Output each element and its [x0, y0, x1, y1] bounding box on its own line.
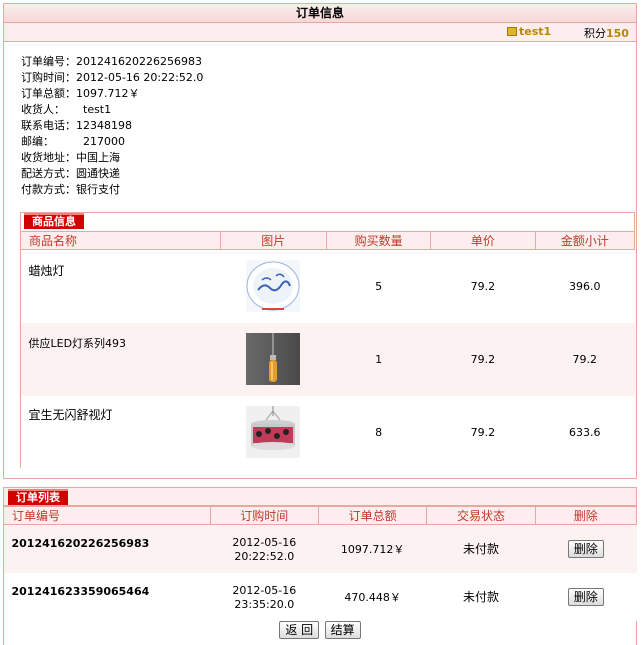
- col-order-number: 订单编号: [3, 506, 211, 525]
- product-name: 供应LED灯系列493: [28, 336, 127, 350]
- detail-row: 付款方式：银行支付: [21, 182, 203, 198]
- order-time: 2012-05-16 23:35:20.0: [210, 573, 318, 621]
- user-icon: [507, 27, 517, 36]
- order-list-table: 订单编号 订购时间 订单总额 交易状态 删除 20124162022625698…: [3, 506, 638, 621]
- receiver-value: test1: [83, 103, 112, 116]
- product-qty: 8: [375, 425, 383, 439]
- col-quantity: 购买数量: [326, 231, 432, 250]
- order-total-value: 1097.712￥: [76, 87, 140, 100]
- delivery-value: 圆通快递: [76, 167, 120, 180]
- product-qty: 5: [375, 279, 383, 293]
- product-image-cell: [220, 396, 327, 469]
- col-image: 图片: [219, 231, 328, 250]
- product-price: 79.2: [470, 279, 496, 293]
- payment-value: 银行支付: [76, 183, 120, 196]
- col-order-time: 订购时间: [209, 506, 319, 525]
- detail-row: 订购时间：2012-05-16 20:22:52.0: [21, 70, 203, 86]
- goods-row: 供应LED灯系列493 1 79.2 79.2: [20, 322, 635, 396]
- goods-tag: 商品信息: [24, 213, 84, 229]
- detail-label: 订单编号：: [21, 55, 76, 68]
- order-time-value: 2012-05-16 20:22:52.0: [76, 71, 204, 84]
- detail-label: 收货人：: [21, 103, 65, 116]
- detail-row: 联系电话：12348198: [21, 118, 203, 134]
- order-details: 订单编号：201241620226256983 订购时间：2012-05-16 …: [21, 54, 203, 198]
- detail-row: 订单总额：1097.712￥: [21, 86, 203, 102]
- order-status: 未付款: [462, 542, 499, 557]
- ceiling-lamp-image[interactable]: [246, 260, 301, 313]
- detail-row: 订单编号：201241620226256983: [21, 54, 203, 70]
- detail-row: 收货地址：中国上海: [21, 150, 203, 166]
- pendant-lamp-image[interactable]: [246, 333, 301, 385]
- col-order-total: 订单总额: [317, 506, 428, 525]
- order-date: 2012-05-16: [232, 583, 297, 597]
- checkout-button[interactable]: 结算: [324, 621, 361, 639]
- order-number[interactable]: 201241620226256983: [4, 525, 211, 573]
- detail-label: 配送方式：: [21, 167, 76, 180]
- address-value: 中国上海: [76, 151, 120, 164]
- order-status: 未付款: [462, 590, 499, 604]
- goods-row: 蜡烛灯 5 79.2 396.0: [20, 249, 635, 323]
- col-price: 单价: [430, 231, 536, 250]
- user-link[interactable]: test1: [507, 25, 551, 38]
- order-info-panel: 订单信息 test1 积分150 订单编号：201241620226256983…: [3, 3, 637, 479]
- detail-row: 邮编： 217000: [21, 134, 203, 150]
- order-row: 201241623359065464 2012-05-16 23:35:20.0 …: [3, 572, 637, 621]
- col-delete: 删除: [534, 506, 638, 525]
- goods-row: 宜生无闪舒视灯 8 79.2 633.6: [20, 395, 635, 469]
- col-order-status: 交易状态: [426, 506, 536, 525]
- detail-label: 付款方式：: [21, 183, 76, 196]
- points-display: 积分150: [584, 25, 629, 41]
- detail-row: 配送方式：圆通快递: [21, 166, 203, 182]
- product-subtotal: 79.2: [572, 352, 598, 366]
- delete-button[interactable]: 删除: [567, 587, 604, 606]
- action-bar: 返 回 结算: [4, 621, 636, 639]
- goods-box: 商品信息 商品名称 图片 购买数量 单价 金额小计 蜡烛灯 5 79.2 396…: [20, 212, 636, 469]
- detail-row: 收货人： test1: [21, 102, 203, 118]
- product-name: 宜生无闪舒视灯: [28, 407, 113, 422]
- detail-label: 收货地址：: [21, 151, 76, 164]
- goods-header-row: 商品名称 图片 购买数量 单价 金额小计: [20, 231, 636, 250]
- order-number[interactable]: 201241623359065464: [4, 573, 211, 621]
- order-clock: 20:22:52.0: [234, 549, 295, 563]
- username: test1: [519, 25, 552, 38]
- order-row: 201241620226256983 2012-05-16 20:22:52.0 …: [3, 524, 637, 573]
- order-total: 1097.712￥: [340, 542, 405, 556]
- points-value: 150: [606, 27, 629, 40]
- product-image-cell: [220, 323, 327, 396]
- product-price: 79.2: [470, 352, 496, 366]
- order-number-value: 201241620226256983: [76, 55, 202, 68]
- product-subtotal: 633.6: [569, 425, 601, 439]
- back-button[interactable]: 返 回: [279, 621, 320, 639]
- page-title: 订单信息: [4, 4, 636, 23]
- goods-table: 商品名称 图片 购买数量 单价 金额小计 蜡烛灯 5 79.2 396.0 供应…: [20, 231, 636, 469]
- product-subtotal: 396.0: [569, 279, 601, 293]
- product-image-cell: [220, 250, 327, 323]
- col-subtotal: 金额小计: [534, 231, 636, 250]
- zipcode-value: 217000: [83, 135, 125, 148]
- phone-value: 12348198: [76, 119, 132, 132]
- user-bar: test1 积分150: [4, 23, 636, 42]
- order-date: 2012-05-16: [232, 535, 297, 549]
- order-list-header-row: 订单编号 订购时间 订单总额 交易状态 删除: [3, 506, 638, 525]
- chandelier-image[interactable]: [246, 406, 301, 458]
- product-name: 蜡烛灯: [28, 264, 65, 278]
- detail-label: 订购时间：: [21, 71, 76, 84]
- order-clock: 23:35:20.0: [234, 597, 295, 611]
- col-product-name: 商品名称: [20, 231, 221, 250]
- order-total: 470.448￥: [344, 590, 401, 604]
- order-time: 2012-05-16 20:22:52.0: [210, 525, 318, 573]
- detail-label: 订单总额：: [21, 87, 76, 100]
- order-list-tag: 订单列表: [8, 489, 68, 505]
- order-list-panel: 订单列表 订单编号 订购时间 订单总额 交易状态 删除 201241620226…: [3, 487, 638, 645]
- points-label: 积分: [584, 27, 606, 40]
- product-qty: 1: [375, 352, 383, 366]
- product-price: 79.2: [470, 425, 496, 439]
- detail-label: 联系电话：: [21, 119, 76, 132]
- detail-label: 邮编：: [21, 135, 54, 148]
- delete-button[interactable]: 删除: [567, 539, 604, 558]
- order-list-header-bar: [4, 488, 636, 506]
